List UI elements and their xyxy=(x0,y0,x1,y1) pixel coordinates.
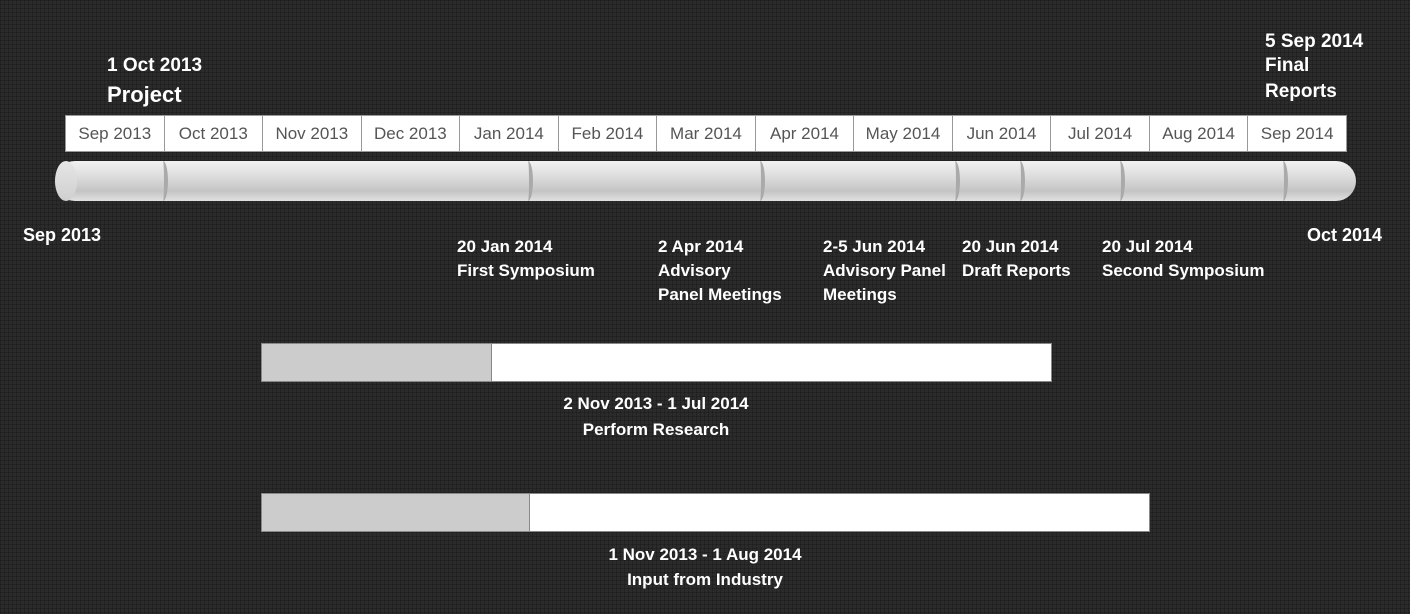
range-end: Oct 2014 xyxy=(1307,225,1383,245)
range-start: Sep 2013 xyxy=(23,225,102,245)
task-bar-industry xyxy=(261,493,1150,532)
month-cell: Sep 2014 xyxy=(1260,123,1334,143)
month-cell: Apr 2014 xyxy=(756,116,855,151)
month-scale: Sep 2013 Oct 2013 Nov 2013 Dec 2013 Jan 2014… xyxy=(65,115,1347,152)
milestone-line1: Second Symposium xyxy=(1102,261,1265,280)
pipe-marker xyxy=(158,161,168,201)
final-line2: Reports xyxy=(1265,81,1337,102)
month-cell: May 2014 xyxy=(854,116,953,151)
task-name: Perform Research xyxy=(582,420,730,439)
milestone-date: 20 Jun 2014 xyxy=(962,237,1059,256)
task-dates: 2 Nov 2013 - 1 Jul 2014 xyxy=(563,394,749,413)
pipe-marker xyxy=(755,161,765,201)
milestone-date: 2-5 Jun 2014 xyxy=(823,237,926,256)
milestone-line1: Advisory xyxy=(658,261,731,280)
pipe-marker xyxy=(1015,161,1025,201)
pipe-marker xyxy=(523,161,533,201)
final-line1: Final xyxy=(1265,55,1310,76)
milestone-line2: Panel Meetings xyxy=(658,285,782,304)
month-cell: Aug 2014 xyxy=(1150,116,1249,151)
project-start-date: 1 Oct 2013 xyxy=(107,55,203,76)
month-cell: Sep 2013 xyxy=(66,116,165,151)
task-progress xyxy=(262,344,492,381)
milestone-line1: Draft Reports xyxy=(962,261,1071,280)
milestone-line2: Meetings xyxy=(823,285,897,304)
task-progress xyxy=(262,494,530,531)
month-cell: Jun 2014 xyxy=(953,116,1052,151)
task-name: Input from Industry xyxy=(627,570,783,589)
pipe-marker xyxy=(1278,161,1288,201)
project-label: Project xyxy=(107,82,182,107)
pipe-marker xyxy=(1115,161,1125,201)
pipe-marker xyxy=(950,161,960,201)
final-date: 5 Sep 2014 xyxy=(1265,31,1364,52)
milestone-date: 20 Jul 2014 xyxy=(1102,237,1193,256)
month-cell: Dec 2013 xyxy=(362,116,461,151)
pipe-end-cap xyxy=(55,161,77,201)
milestone-line1: Advisory Panel xyxy=(823,261,946,280)
milestone-date: 2 Apr 2014 xyxy=(658,237,744,256)
month-cell: Feb 2014 xyxy=(559,116,658,151)
milestone-date: 20 Jan 2014 xyxy=(457,237,553,256)
month-cell: Jul 2014 xyxy=(1051,116,1150,151)
milestone-line1: First Symposium xyxy=(457,261,595,280)
month-cell: Mar 2014 xyxy=(657,116,756,151)
month-cell: Nov 2013 xyxy=(263,116,362,151)
month-cell: Jan 2014 xyxy=(460,116,559,151)
task-dates: 1 Nov 2013 - 1 Aug 2014 xyxy=(608,545,802,564)
timeline-pipe xyxy=(55,161,1356,201)
month-cell: Oct 2013 xyxy=(165,116,264,151)
task-bar-research xyxy=(261,343,1052,382)
